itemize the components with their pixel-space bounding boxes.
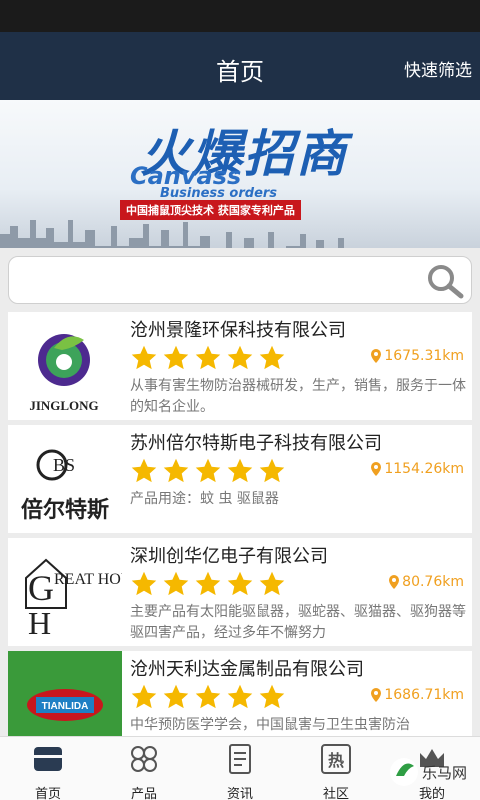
star-icon: [131, 684, 157, 709]
distance-value: 80.76km: [402, 574, 464, 590]
community-icon: 热: [321, 744, 351, 774]
tab-community[interactable]: 热 社区: [288, 737, 384, 800]
news-icon: [229, 744, 251, 774]
company-name: 沧州天利达金属制品有限公司: [130, 659, 364, 680]
star-icon: [195, 684, 221, 709]
banner-subheadline-2: Business orders: [160, 186, 278, 201]
rating-stars: [130, 683, 286, 709]
svg-text:TIANLIDA: TIANLIDA: [42, 701, 89, 712]
rating-stars: [130, 344, 286, 370]
list-item[interactable]: G REAT HOUSE H 深圳创华亿电子有限公司 80.76km 主要产品有…: [8, 538, 472, 646]
star-icon: [131, 345, 157, 370]
tab-news[interactable]: 资讯: [192, 737, 288, 800]
svg-text:REAT HOUSE: REAT HOUSE: [54, 571, 122, 588]
star-icon: [163, 571, 189, 596]
star-icon: [259, 458, 285, 483]
tab-label: 资讯: [226, 787, 253, 800]
svg-text:倍尔特斯: 倍尔特斯: [21, 497, 109, 523]
company-name: 苏州倍尔特斯电子科技有限公司: [130, 433, 382, 454]
list-item[interactable]: JINGLONG 沧州景隆环保科技有限公司 1675.31km 从事有害生物防治…: [8, 312, 472, 420]
distance: 80.76km: [389, 574, 464, 590]
company-description: 从事有害生物防治器械研发，生产，销售，服务于一体的知名企业。: [130, 378, 466, 415]
company-logo: JINGLONG: [8, 312, 122, 420]
great-house-logo-icon: G REAT HOUSE H: [25, 558, 122, 641]
products-icon: [131, 746, 157, 772]
star-icon: [131, 571, 157, 596]
nav-bar: 首页 快速筛选: [0, 32, 480, 100]
svg-text:BS: BS: [53, 455, 75, 475]
svg-text:乐马网: 乐马网: [422, 764, 467, 782]
search-input[interactable]: [9, 257, 409, 303]
home-icon: [34, 747, 62, 771]
distance-value: 1675.31km: [384, 348, 464, 364]
location-pin-icon: [389, 575, 400, 589]
star-icon: [227, 684, 253, 709]
search-icon[interactable]: [425, 263, 465, 299]
bs-logo-icon: BS 倍尔特斯: [21, 449, 109, 523]
tab-products[interactable]: 产品: [96, 737, 192, 800]
jinglong-logo-icon: JINGLONG: [29, 334, 99, 413]
star-icon: [195, 458, 221, 483]
search-bar[interactable]: [8, 256, 472, 304]
star-icon: [195, 345, 221, 370]
svg-text:H: H: [28, 605, 51, 641]
company-logo: G REAT HOUSE H: [8, 538, 122, 646]
location-pin-icon: [371, 349, 382, 363]
star-icon: [227, 345, 253, 370]
star-icon: [195, 571, 221, 596]
star-icon: [163, 345, 189, 370]
star-icon: [163, 458, 189, 483]
rating-stars: [130, 570, 286, 596]
svg-text:热: 热: [328, 751, 344, 770]
star-icon: [131, 458, 157, 483]
company-description: 产品用途：蚊 虫 驱鼠器: [130, 491, 279, 507]
star-icon: [259, 345, 285, 370]
svg-text:JINGLONG: JINGLONG: [29, 398, 98, 413]
distance: 1686.71km: [371, 687, 464, 703]
location-pin-icon: [371, 688, 382, 702]
rating-stars: [130, 457, 286, 483]
star-icon: [163, 684, 189, 709]
status-bar: [0, 0, 480, 32]
list-item[interactable]: BS 倍尔特斯 苏州倍尔特斯电子科技有限公司 1154.26km 产品用途：蚊 …: [8, 425, 472, 533]
watermark-logo: 乐马网: [390, 758, 467, 786]
banner-tagline: 中国捕鼠顶尖技术 获国家专利产品: [120, 200, 301, 220]
tab-label: 社区: [322, 787, 349, 800]
tab-label: 产品: [130, 787, 157, 800]
tab-label: 首页: [34, 787, 61, 800]
banner[interactable]: 火爆招商 Canvass Business orders 中国捕鼠顶尖技术 获国…: [0, 100, 480, 248]
star-icon: [259, 571, 285, 596]
star-icon: [259, 684, 285, 709]
svg-text:G: G: [28, 568, 54, 608]
company-description: 主要产品有太阳能驱鼠器，驱蛇器、驱猫器、驱狗器等驱四害产品，经过多年不懈努力: [130, 604, 466, 641]
tab-home[interactable]: 首页: [0, 737, 96, 800]
distance: 1675.31km: [371, 348, 464, 364]
company-name: 沧州景隆环保科技有限公司: [130, 320, 346, 341]
company-name: 深圳创华亿电子有限公司: [130, 546, 328, 567]
distance-value: 1686.71km: [384, 687, 464, 703]
distance: 1154.26km: [371, 461, 464, 477]
location-pin-icon: [371, 462, 382, 476]
distance-value: 1154.26km: [384, 461, 464, 477]
star-icon: [227, 571, 253, 596]
star-icon: [227, 458, 253, 483]
quick-filter-button[interactable]: 快速筛选: [404, 56, 472, 81]
company-logo: BS 倍尔特斯: [8, 425, 122, 533]
